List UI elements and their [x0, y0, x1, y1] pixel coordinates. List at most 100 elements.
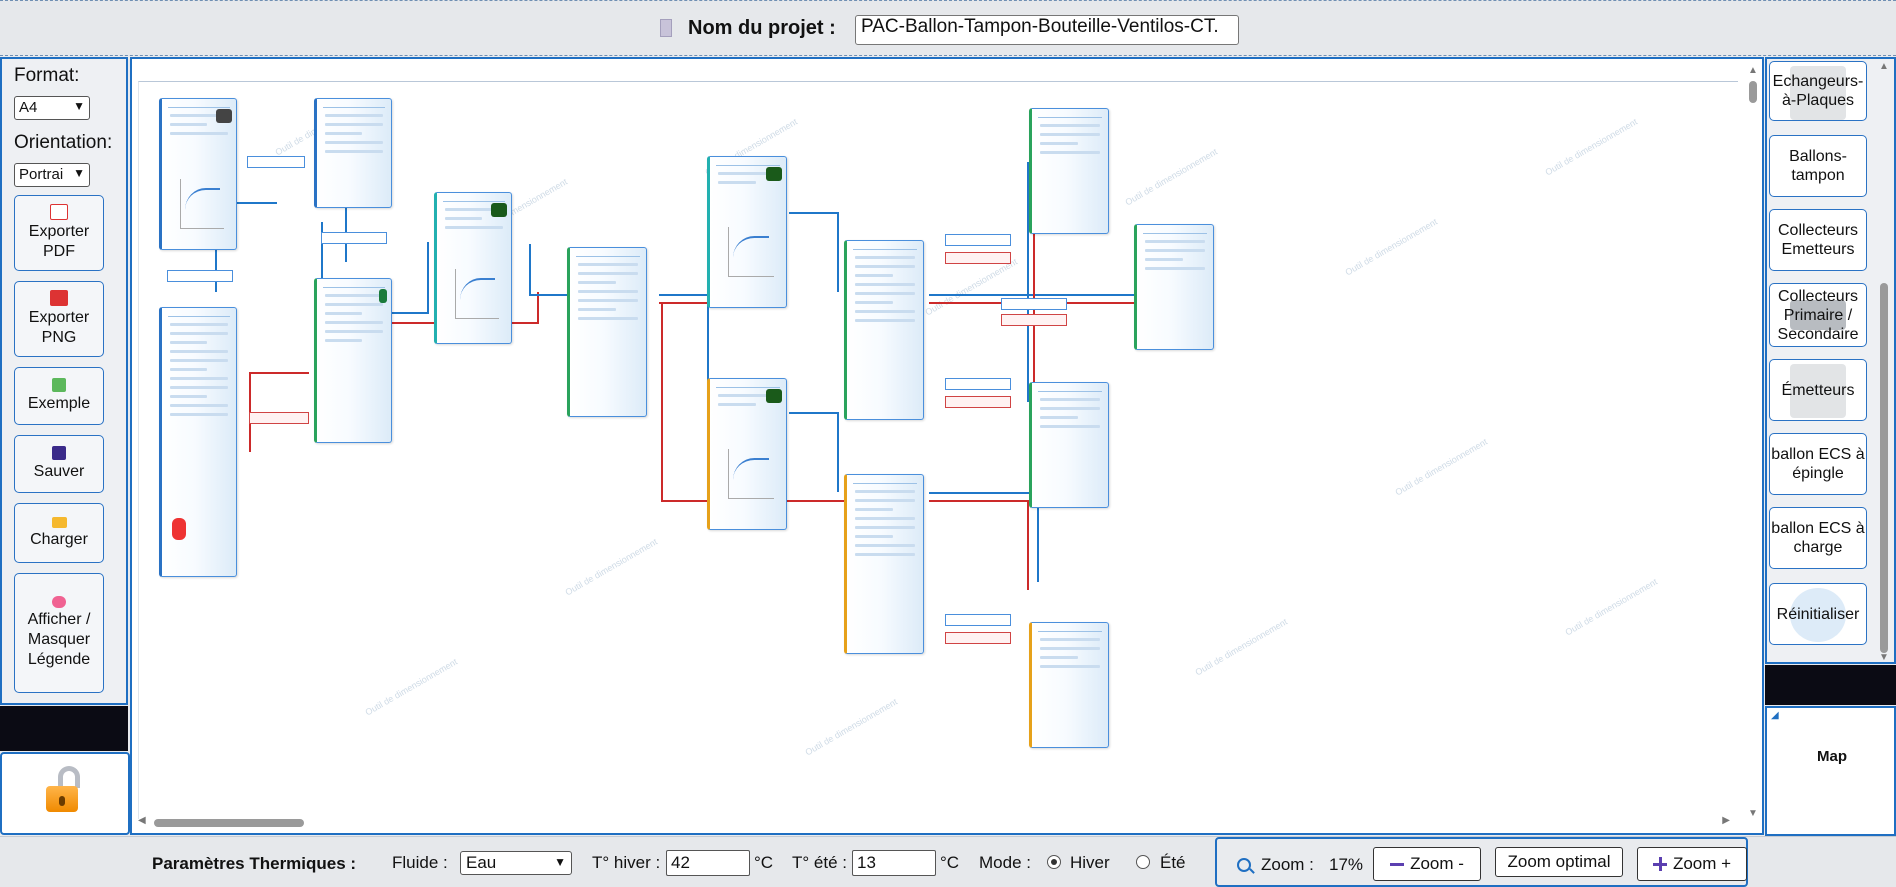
format-select[interactable]: A4 ▼ — [14, 96, 90, 120]
horizontal-scroll-thumb[interactable] — [154, 819, 304, 827]
toggle-legend-button[interactable]: Afficher / Masquer Légende — [14, 573, 104, 693]
puzzle-icon — [52, 378, 66, 392]
format-label: Format: — [14, 65, 80, 86]
magnifier-icon — [1237, 858, 1251, 872]
chevron-down-icon: ▼ — [73, 99, 85, 113]
winter-temp-label: T° hiver : — [592, 853, 661, 872]
palette-item-emitters[interactable]: Émetteurs — [1769, 359, 1867, 421]
emitter-component-1[interactable] — [1029, 108, 1109, 234]
vertical-scroll-thumb[interactable] — [1749, 81, 1757, 103]
load-button[interactable]: Charger — [14, 503, 104, 563]
scroll-down-icon[interactable]: ▼ — [1748, 808, 1758, 819]
export-pdf-button[interactable]: Exporter PDF — [14, 195, 104, 271]
project-header: Nom du projet : PAC-Ballon-Tampon-Boutei… — [0, 0, 1896, 56]
expand-icon[interactable]: ◢ — [1771, 710, 1779, 721]
component-palette: Echangeurs-à-Plaques Ballons-tampon Coll… — [1765, 57, 1896, 664]
floppy-disk-icon — [52, 446, 66, 460]
unlocked-padlock-icon[interactable] — [46, 766, 82, 812]
schematic-canvas[interactable]: Outil de dimensionnement Outil de dimens… — [130, 57, 1764, 835]
zoom-value: 17% — [1329, 855, 1364, 874]
minimap-label: Map — [1817, 748, 1847, 765]
chevron-down-icon: ▼ — [554, 855, 566, 869]
winter-temp-input[interactable]: 42 — [666, 850, 750, 876]
scroll-up-icon[interactable]: ▲ — [1879, 61, 1889, 72]
mode-winter-radio[interactable] — [1047, 855, 1061, 869]
circulator-component-2[interactable] — [707, 156, 787, 308]
project-name-input[interactable]: PAC-Ballon-Tampon-Bouteille-Ventilos-CT. — [855, 15, 1239, 45]
circulator-component-1[interactable] — [434, 192, 512, 344]
palette-item-label: ballon ECS à charge — [1771, 520, 1865, 556]
heat-pump-detail-component[interactable] — [159, 307, 237, 577]
minus-icon — [1390, 862, 1405, 866]
palette-item-emitter-collectors[interactable]: Collecteurs Emetteurs — [1769, 209, 1867, 271]
palette-item-plate-exchangers[interactable]: Echangeurs-à-Plaques — [1769, 61, 1867, 121]
thermal-params-title: Paramètres Thermiques : — [152, 854, 357, 873]
export-png-label: Exporter PNG — [28, 309, 90, 346]
mode-summer-radio[interactable] — [1136, 855, 1150, 869]
palette-item-buffer-tanks[interactable]: Ballons-tampon — [1769, 135, 1867, 197]
zoom-in-label: Zoom + — [1672, 854, 1732, 873]
schematic-page: Outil de dimensionnement Outil de dimens… — [138, 81, 1738, 819]
emitter-collector-component-1[interactable] — [844, 240, 924, 420]
zoom-optimal-button[interactable]: Zoom optimal — [1495, 847, 1623, 877]
project-name-label: Nom du projet : — [688, 17, 836, 39]
zoom-label: Zoom : — [1261, 855, 1314, 874]
left-toolbar: Format: A4 ▼ Orientation: Portrai ▼ Expo… — [0, 57, 128, 705]
fluid-select[interactable]: Eau ▼ — [460, 851, 572, 875]
palette-item-ecs-charge-tank[interactable]: ballon ECS à charge — [1769, 507, 1867, 569]
emitter-component-2[interactable] — [1134, 224, 1214, 350]
scroll-left-icon[interactable]: ◀ — [138, 815, 146, 826]
brain-icon — [52, 596, 66, 608]
palette-item-label: Ballons-tampon — [1789, 148, 1847, 184]
primary-collector-component[interactable] — [567, 247, 647, 417]
palette-item-ecs-coil-tank[interactable]: ballon ECS à épingle — [1769, 433, 1867, 495]
decoupling-bottle-component[interactable] — [314, 278, 392, 443]
palette-scroll-thumb[interactable] — [1880, 283, 1888, 653]
zoom-controls: Zoom : 17% Zoom - Zoom optimal Zoom + — [1215, 837, 1748, 887]
buffer-tank-component[interactable] — [314, 98, 392, 208]
mode-winter-label: Hiver — [1070, 853, 1110, 872]
palette-scrollbar[interactable]: ▲ ▼ — [1878, 61, 1890, 663]
format-select-value: A4 — [19, 99, 38, 116]
mode-summer-label: Été — [1160, 853, 1186, 872]
export-pdf-label: Exporter PDF — [28, 223, 90, 260]
zoom-out-label: Zoom - — [1410, 854, 1464, 873]
reset-button[interactable]: Réinitialiser — [1769, 583, 1867, 645]
fluid-label: Fluide : — [392, 853, 448, 872]
summer-temp-input[interactable]: 13 — [852, 850, 936, 876]
save-label: Sauver — [33, 463, 85, 480]
thermal-parameters-bar: Paramètres Thermiques : Fluide : Eau ▼ T… — [0, 836, 1896, 887]
palette-item-label: ballon ECS à épingle — [1771, 446, 1865, 482]
winter-temp-unit: °C — [754, 853, 774, 872]
scroll-down-icon[interactable]: ▼ — [1879, 652, 1889, 663]
zoom-out-button[interactable]: Zoom - — [1373, 847, 1481, 881]
scroll-right-icon[interactable]: ▶ — [1722, 815, 1730, 826]
orientation-select[interactable]: Portrai ▼ — [14, 163, 90, 187]
palette-item-primary-secondary-collectors[interactable]: Collecteurs Primaire / Secondaire — [1769, 283, 1867, 347]
orientation-select-value: Portrai — [19, 166, 64, 183]
palette-item-label: Collecteurs Emetteurs — [1777, 222, 1859, 258]
canvas-vertical-scrollbar[interactable]: ▲ ▼ — [1748, 65, 1758, 819]
heat-pump-component[interactable] — [159, 98, 237, 250]
load-label: Charger — [30, 530, 88, 548]
reset-label: Réinitialiser — [1776, 605, 1860, 623]
mode-label: Mode : — [979, 853, 1031, 872]
emitter-component-3[interactable] — [1029, 382, 1109, 508]
zoom-optimal-label: Zoom optimal — [1507, 852, 1611, 871]
canvas-horizontal-scrollbar[interactable]: ◀ ▶ — [138, 815, 1738, 829]
pdf-icon — [50, 204, 68, 220]
zoom-in-button[interactable]: Zoom + — [1637, 847, 1747, 881]
orientation-label: Orientation: — [14, 132, 113, 153]
folder-icon — [51, 516, 67, 528]
palette-item-label: Collecteurs Primaire / Secondaire — [1777, 287, 1859, 343]
chevron-down-icon: ▼ — [73, 166, 85, 180]
minimap-panel[interactable]: ◢ Map — [1765, 706, 1896, 836]
export-png-button[interactable]: Exporter PNG — [14, 281, 104, 357]
emitter-component-4[interactable] — [1029, 622, 1109, 748]
example-button[interactable]: Exemple — [14, 367, 104, 425]
save-button[interactable]: Sauver — [14, 435, 104, 493]
sidebar-gap — [0, 706, 128, 751]
emitter-collector-component-2[interactable] — [844, 474, 924, 654]
scroll-up-icon[interactable]: ▲ — [1748, 65, 1758, 76]
circulator-component-3[interactable] — [707, 378, 787, 530]
